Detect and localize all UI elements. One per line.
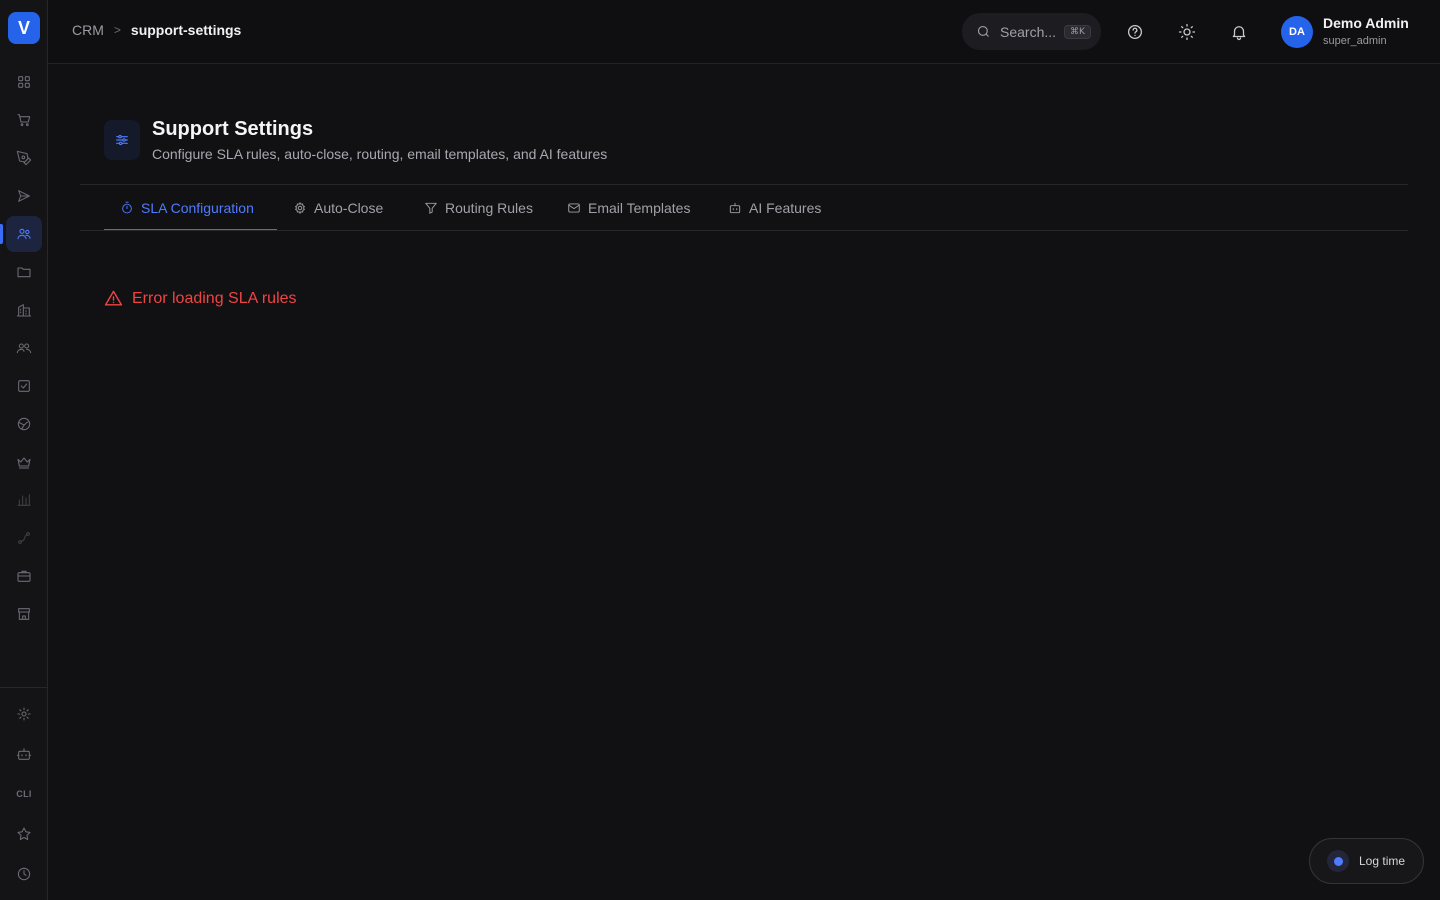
grid-icon[interactable] (6, 64, 42, 100)
filter-icon (425, 202, 437, 214)
breadcrumb: CRM > support-settings (72, 22, 241, 38)
app-logo[interactable]: V (8, 12, 40, 44)
page-title: Support Settings (152, 118, 314, 140)
tab-label: SLA Configuration (141, 200, 254, 216)
cli-icon[interactable]: CLI (6, 776, 42, 812)
sidebar-divider (0, 687, 48, 688)
user-name[interactable]: Demo Admin (1323, 15, 1409, 31)
bot-icon[interactable] (6, 736, 42, 772)
breadcrumb-current: support-settings (130, 22, 242, 38)
store-icon[interactable] (6, 596, 42, 632)
logo-letter: V (17, 17, 30, 38)
bar-chart-icon[interactable] (6, 482, 42, 518)
gear-icon[interactable] (6, 696, 42, 732)
active-indicator (0, 224, 3, 244)
log-time-button[interactable]: Log time (1309, 838, 1424, 884)
search-button[interactable]: Search... ⌘K (962, 13, 1101, 50)
user-role: super_admin (1323, 35, 1387, 47)
avatar[interactable]: DA (1281, 16, 1313, 48)
help-icon[interactable] (1123, 20, 1147, 44)
mail-icon (568, 203, 580, 213)
tab-auto-close[interactable]: Auto-Close (293, 198, 383, 218)
route-icon[interactable] (6, 520, 42, 556)
briefcase-icon[interactable] (6, 558, 42, 594)
clock-icon[interactable] (6, 856, 42, 892)
search-placeholder: Search... (1000, 23, 1057, 40)
star-icon[interactable] (6, 816, 42, 852)
tab-routing-rules[interactable]: Routing Rules (424, 198, 533, 218)
log-time-label: Log time (1359, 854, 1406, 868)
tab-label: AI Features (749, 200, 822, 216)
timer-icon (1327, 850, 1349, 872)
sidebar: V CLI (0, 0, 48, 900)
sliders-icon (104, 120, 140, 160)
team-icon[interactable] (6, 330, 42, 366)
tab-label: Routing Rules (445, 200, 533, 216)
tab-email-templates[interactable]: Email Templates (567, 198, 690, 218)
settings-icon (295, 202, 305, 214)
send-icon[interactable] (6, 178, 42, 214)
globe-icon[interactable] (6, 406, 42, 442)
page-subtitle: Configure SLA rules, auto-close, routing… (152, 146, 608, 162)
folder-icon[interactable] (6, 254, 42, 290)
tab-sla-configuration[interactable]: SLA Configuration (120, 198, 254, 218)
tab-label: Auto-Close (314, 200, 384, 216)
sun-icon[interactable] (1175, 20, 1199, 44)
bot-icon (729, 202, 741, 214)
error-message: Error loading SLA rules (104, 289, 297, 308)
pen-tool-icon[interactable] (6, 140, 42, 176)
checkbox-icon[interactable] (6, 368, 42, 404)
cli-label: CLI (16, 789, 32, 799)
bell-icon[interactable] (1227, 20, 1251, 44)
tabs-divider (80, 230, 1408, 231)
tab-label: Email Templates (588, 200, 691, 216)
search-shortcut: ⌘K (1064, 24, 1091, 39)
tab-ai-features[interactable]: AI Features (728, 198, 821, 218)
header-divider (80, 184, 1408, 185)
search-icon (977, 25, 989, 37)
breadcrumb-crm[interactable]: CRM (72, 22, 104, 38)
warning-icon (104, 290, 123, 306)
users-icon[interactable] (6, 216, 42, 252)
cart-icon[interactable] (6, 102, 42, 138)
crown-icon[interactable] (6, 444, 42, 480)
error-text: Error loading SLA rules (132, 289, 297, 307)
building-icon[interactable] (6, 292, 42, 328)
top-header: CRM > support-settings Search... ⌘K DA D… (48, 0, 1440, 64)
breadcrumb-separator: > (113, 23, 121, 37)
timer-icon (122, 201, 132, 214)
